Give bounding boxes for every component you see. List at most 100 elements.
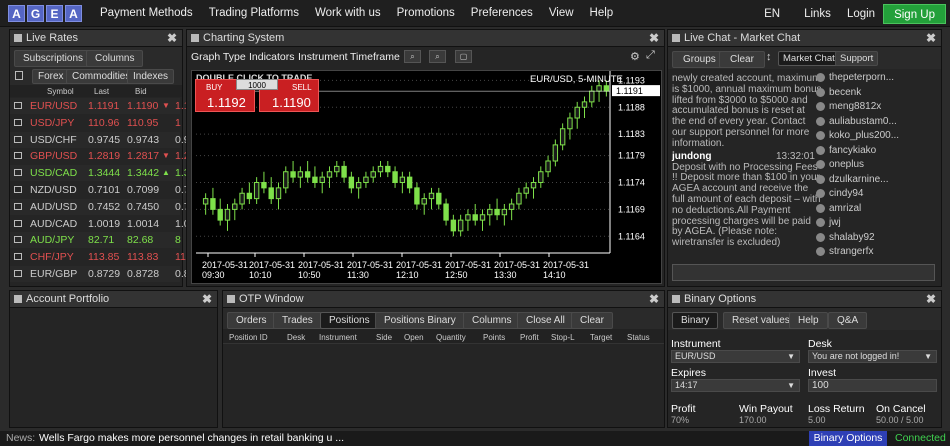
login-link[interactable]: Login: [839, 8, 883, 20]
tab-commodities[interactable]: Commodities: [66, 69, 137, 84]
rate-row[interactable]: USD/CAD 1.3444 1.3442 ▲ 1.3: [10, 165, 190, 182]
reset-values-button[interactable]: Reset values: [723, 312, 799, 329]
tab-market-chat[interactable]: Market Chat: [778, 51, 840, 66]
nav-help[interactable]: Help: [582, 0, 622, 27]
rate-row[interactable]: GBP/USD 1.2819 1.2817 ▼ 1.2: [10, 148, 190, 164]
copy-icon[interactable]: [15, 71, 23, 80]
agea-logo[interactable]: A G E A: [8, 5, 82, 22]
clear-button[interactable]: Clear: [571, 312, 613, 329]
gear-icon[interactable]: ⚙: [630, 50, 640, 63]
close-icon[interactable]: ✖: [202, 292, 212, 306]
subscriptions-button[interactable]: Subscriptions: [14, 50, 93, 67]
graph-type-menu[interactable]: Graph Type: [191, 51, 246, 63]
tab-forex[interactable]: Forex: [32, 69, 70, 84]
nav-payment-methods[interactable]: Payment Methods: [92, 0, 201, 27]
rate-row[interactable]: EUR/USD 1.1191 1.1190 ▼ 1.1: [10, 98, 190, 114]
invest-input[interactable]: 100: [808, 379, 937, 392]
tab-support[interactable]: Support: [835, 51, 879, 66]
rate-row[interactable]: CHF/JPY 113.85 113.83 11: [10, 249, 186, 265]
tab-orders[interactable]: Orders: [227, 312, 276, 329]
col-desk[interactable]: Desk: [287, 333, 305, 342]
close-icon[interactable]: ✖: [926, 31, 936, 45]
links-link[interactable]: Links: [796, 8, 839, 20]
row-icon[interactable]: [14, 236, 22, 244]
chat-user[interactable]: thepeterporn...: [816, 72, 894, 83]
chart-area[interactable]: 1.1193 1.1188 1.1183 1.1179 1.1174 1.1169 1.11…: [191, 70, 662, 284]
chat-user[interactable]: dzulkarnine...: [816, 174, 888, 185]
columns-button[interactable]: Columns: [463, 312, 521, 329]
col-status[interactable]: Status: [627, 333, 650, 342]
language-selector[interactable]: EN: [756, 8, 788, 20]
tab-binary[interactable]: Binary: [672, 312, 719, 329]
chat-user[interactable]: meng8812x: [816, 101, 881, 112]
expires-select[interactable]: 14:17 ▼: [671, 379, 800, 392]
col-position-id[interactable]: Position ID: [229, 333, 268, 342]
rate-row[interactable]: AUD/CAD 1.0019 1.0014 1.0: [10, 216, 190, 232]
col-open[interactable]: Open: [404, 333, 424, 342]
nav-preferences[interactable]: Preferences: [463, 0, 541, 27]
col-side[interactable]: Side: [376, 333, 392, 342]
chat-user[interactable]: amrizal: [816, 203, 861, 214]
rate-row[interactable]: USD/CHF 0.9745 0.9743 0.9: [10, 131, 190, 148]
help-button[interactable]: Help: [789, 312, 828, 329]
row-icon[interactable]: [14, 186, 22, 193]
rate-row[interactable]: NZD/USD 0.7101 0.7099 0.7: [10, 182, 190, 198]
reset-icon[interactable]: ▢: [455, 50, 472, 63]
rate-row[interactable]: USD/JPY 110.96 110.95 1: [10, 115, 181, 131]
col-profit[interactable]: Profit: [520, 333, 539, 342]
row-icon[interactable]: [14, 152, 22, 160]
signup-button[interactable]: Sign Up: [883, 3, 946, 24]
chat-author[interactable]: jundong: [672, 151, 711, 162]
nav-work-with-us[interactable]: Work with us: [307, 0, 389, 27]
chat-user[interactable]: auliabustam0...: [816, 116, 897, 127]
chat-user[interactable]: jwj: [816, 217, 841, 228]
rate-row[interactable]: AUD/USD 0.7452 0.7450 0.7: [10, 198, 190, 215]
col-quantity[interactable]: Quantity: [436, 333, 466, 342]
col-target[interactable]: Target: [590, 333, 612, 342]
expand-icon[interactable]: ⤢: [646, 49, 655, 62]
col-stop-loss[interactable]: Stop-L: [551, 333, 575, 342]
chat-user[interactable]: strangerfx: [816, 246, 873, 257]
timeframe-menu[interactable]: Timeframe: [350, 51, 400, 63]
zoom-in-icon[interactable]: ⌕: [404, 50, 421, 63]
desk-select[interactable]: You are not logged in! ▼: [808, 350, 937, 363]
close-icon[interactable]: ✖: [649, 292, 659, 306]
nav-view[interactable]: View: [541, 0, 582, 27]
col-points[interactable]: Points: [483, 333, 505, 342]
chat-user[interactable]: fancykiako: [816, 145, 876, 156]
zoom-out-icon[interactable]: ⌕: [429, 50, 446, 63]
chat-user[interactable]: shalaby92: [816, 232, 875, 243]
close-all-button[interactable]: Close All: [517, 312, 574, 329]
row-icon[interactable]: [14, 135, 22, 143]
clear-button[interactable]: Clear: [719, 51, 765, 68]
sort-icon[interactable]: ↕: [766, 51, 772, 63]
row-icon[interactable]: [14, 219, 22, 227]
instrument-menu[interactable]: Instrument: [298, 51, 348, 63]
rate-row[interactable]: AUD/JPY 82.71 82.68 8: [10, 232, 181, 249]
close-icon[interactable]: ✖: [167, 31, 177, 45]
row-icon[interactable]: [14, 118, 22, 126]
qa-button[interactable]: Q&A: [828, 312, 868, 329]
news-ticker[interactable]: Wells Fargo makes more personnel changes…: [39, 432, 344, 444]
row-icon[interactable]: [14, 202, 22, 210]
row-icon[interactable]: [14, 270, 22, 277]
binary-options-button[interactable]: Binary Options: [809, 431, 887, 446]
nav-promotions[interactable]: Promotions: [389, 0, 463, 27]
tab-positions-binary[interactable]: Positions Binary: [375, 312, 465, 329]
chat-input[interactable]: [672, 264, 935, 281]
close-icon[interactable]: ✖: [926, 292, 936, 306]
chat-user[interactable]: koko_plus200...: [816, 130, 899, 141]
tab-indexes[interactable]: Indexes: [127, 69, 175, 84]
chat-user[interactable]: oneplus: [816, 159, 864, 170]
row-icon[interactable]: [14, 102, 22, 109]
close-icon[interactable]: ✖: [649, 31, 659, 45]
row-icon[interactable]: [14, 169, 22, 177]
columns-button[interactable]: Columns: [86, 50, 144, 67]
instrument-select[interactable]: EUR/USD ▼: [671, 350, 800, 363]
tab-positions[interactable]: Positions: [320, 312, 379, 329]
rate-row[interactable]: EUR/GBP 0.8729 0.8728 0.8: [10, 266, 190, 282]
indicators-menu[interactable]: Indicators: [249, 51, 295, 63]
col-instrument[interactable]: Instrument: [319, 333, 357, 342]
nav-trading-platforms[interactable]: Trading Platforms: [201, 0, 307, 27]
tab-trades[interactable]: Trades: [273, 312, 322, 329]
